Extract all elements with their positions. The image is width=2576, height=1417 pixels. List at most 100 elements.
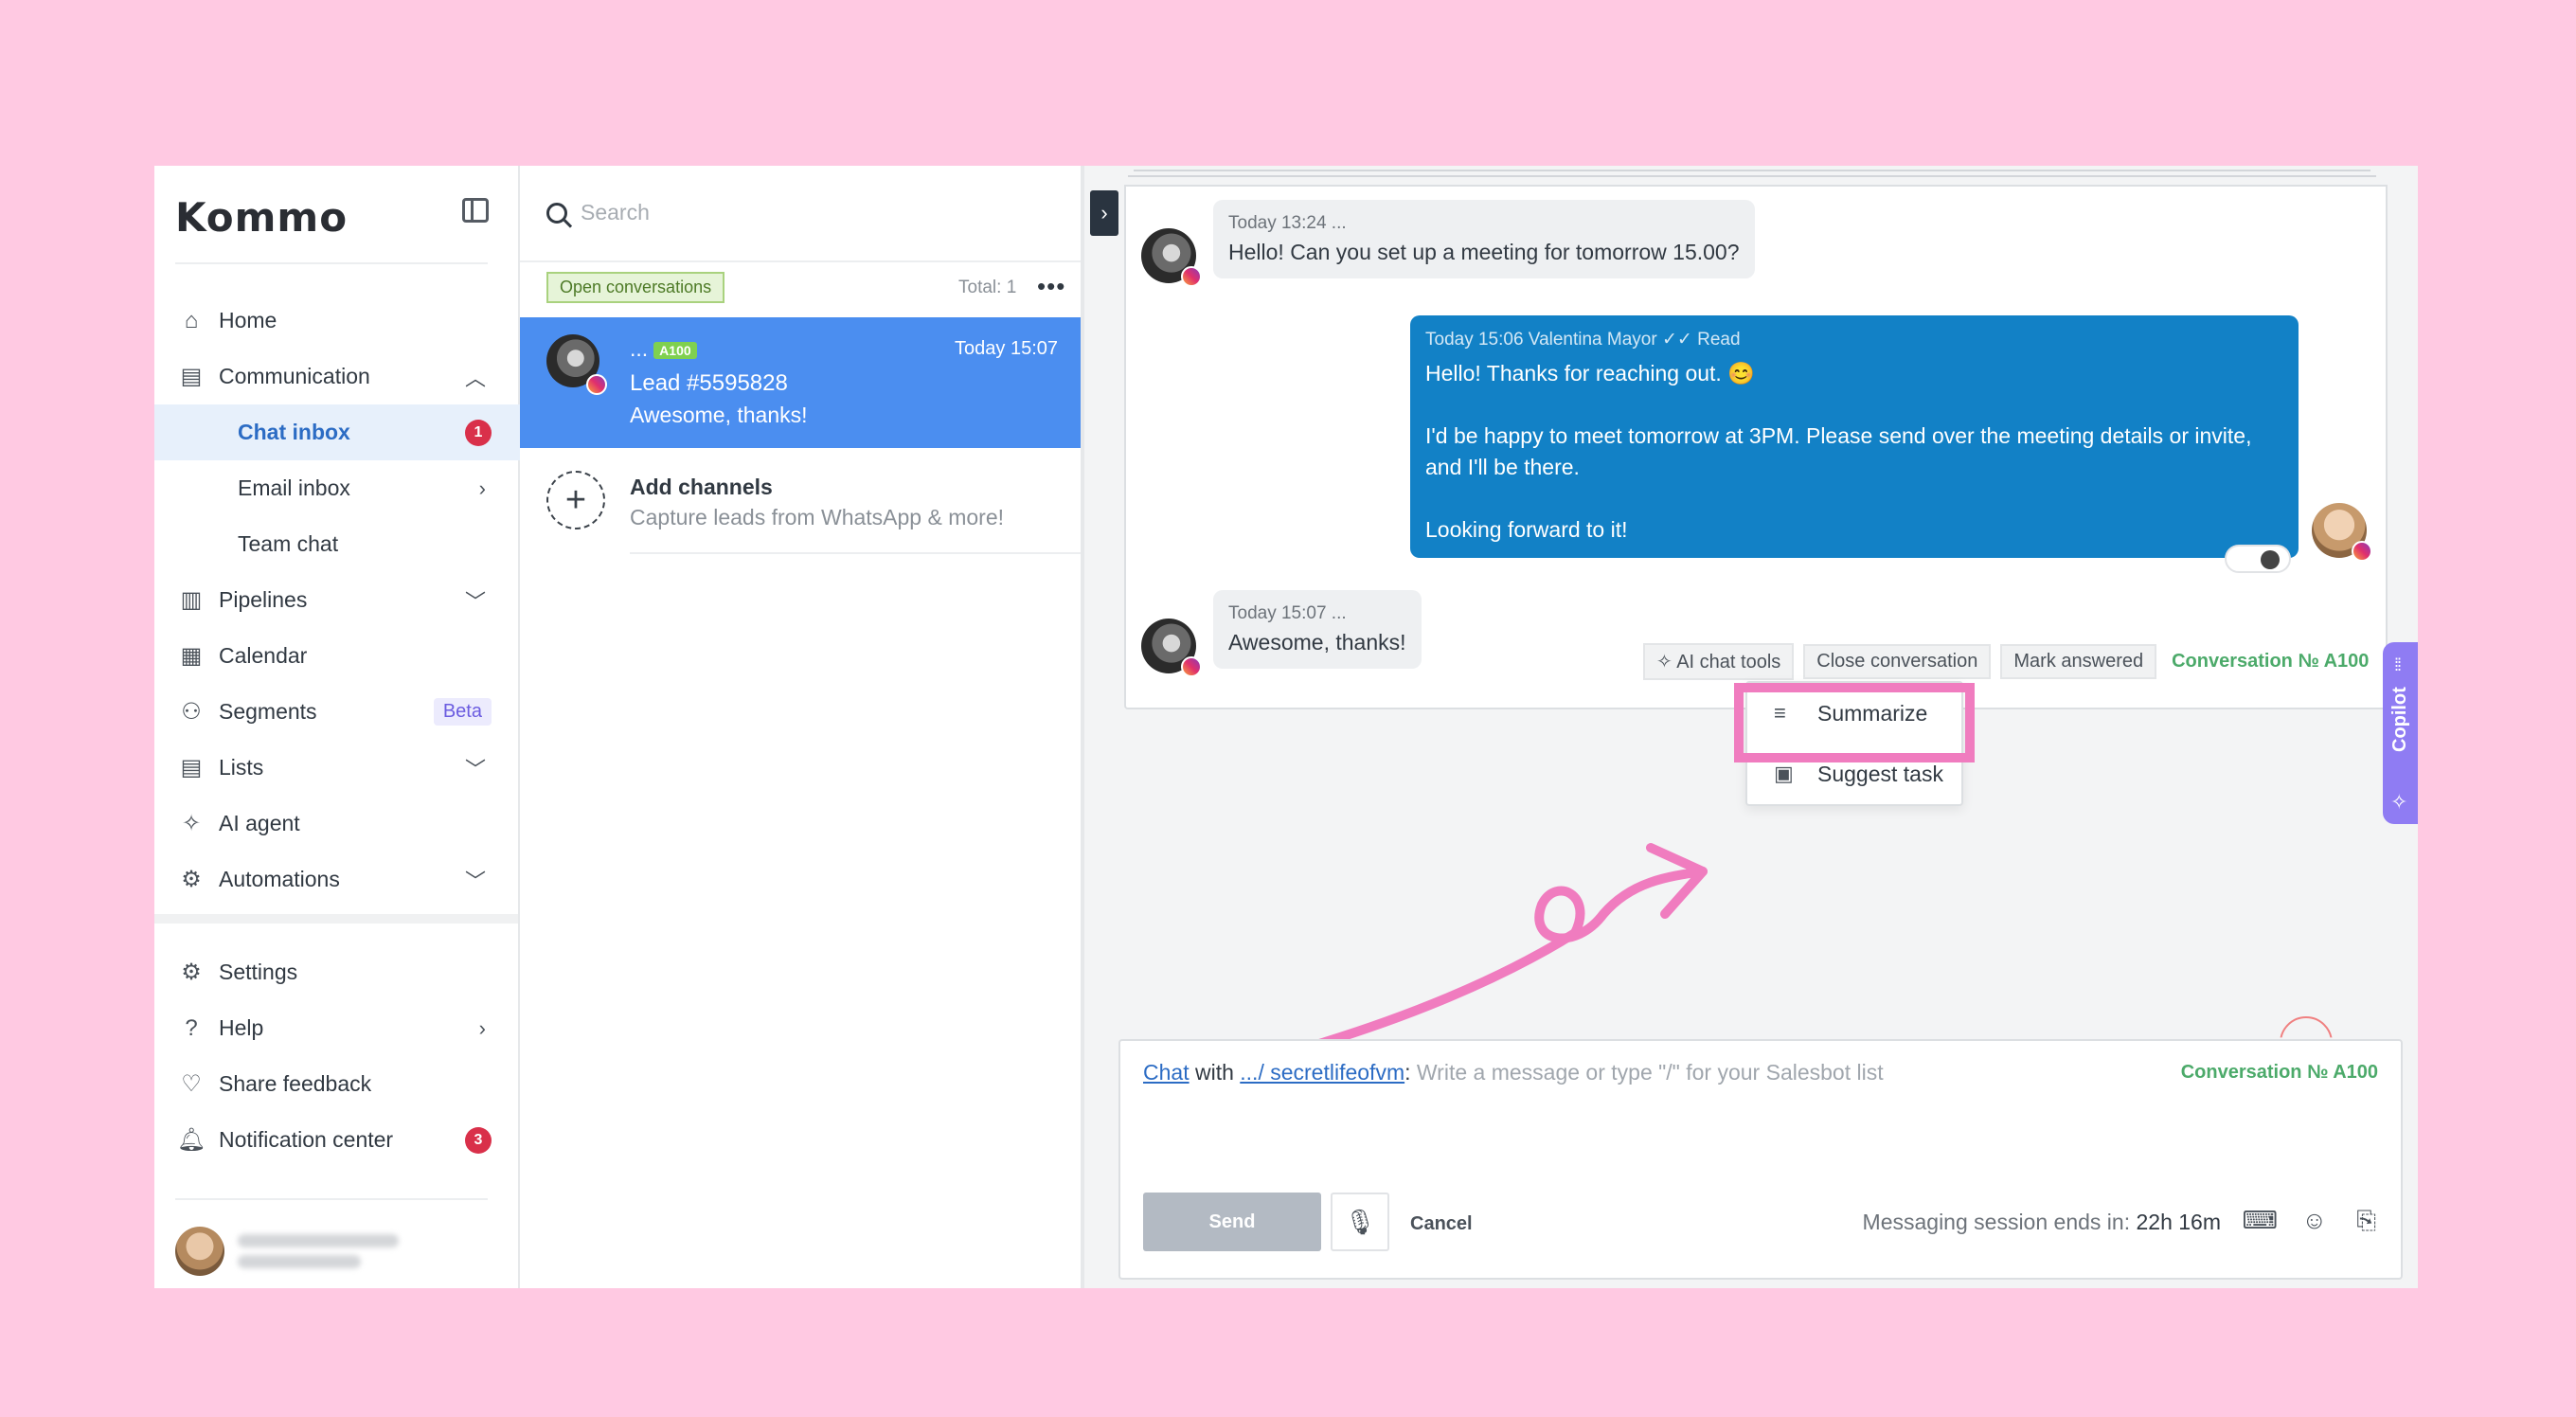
nav-label: Segments [219, 699, 317, 724]
blurred-user-name [238, 1227, 399, 1276]
send-button[interactable]: Send [1143, 1193, 1321, 1251]
nav-home[interactable]: ⌂ Home [154, 293, 520, 349]
annotation-arrow-icon [1305, 843, 1708, 1051]
conversation-item[interactable]: ... A100 Today 15:07 Lead #5595828 Awesom… [520, 317, 1081, 448]
home-icon: ⌂ [184, 307, 199, 333]
conversation-time: Today 15:07 [955, 338, 1058, 359]
nav-help[interactable]: ? Help › [154, 1000, 520, 1056]
sparkle-icon: ✧ [181, 811, 202, 836]
divider [520, 260, 1081, 262]
segments-icon: ⚇ [181, 699, 202, 725]
avatar [175, 1227, 224, 1276]
message-composer[interactable]: Chat with .../ secretlifeofvm: Write a m… [1118, 1039, 2403, 1280]
pipeline-icon: ▥ [180, 587, 203, 613]
nav-automations[interactable]: ⚙ Automations ﹀ [154, 852, 520, 907]
nav-label: Calendar [219, 643, 308, 668]
menu-label: Suggest task [1817, 761, 1943, 786]
sparkle-icon: ✧ [2390, 790, 2408, 814]
app-window: Kommo ⌂ Home ▤ Communication ︿ Chat inbo… [154, 166, 2418, 1288]
chat-mode-link[interactable]: Chat [1143, 1060, 1190, 1085]
user-profile[interactable] [175, 1227, 399, 1276]
list-icon: ▤ [180, 755, 203, 780]
nav-pipelines[interactable]: ▥ Pipelines ﹀ [154, 572, 520, 628]
unread-badge: 1 [465, 419, 492, 446]
divider [175, 262, 488, 264]
nav-team-chat[interactable]: Team chat [154, 516, 520, 572]
nav-calendar[interactable]: ▦ Calendar [154, 628, 520, 684]
nav-chat-inbox[interactable]: Chat inbox 1 [154, 404, 520, 460]
add-channels-title[interactable]: Add channels [630, 475, 773, 500]
nav-share-feedback[interactable]: ♡ Share feedback [154, 1056, 520, 1112]
gear-icon: ⚙ [181, 960, 202, 985]
nav-notification-center[interactable]: 🔔︎ Notification center 3 [154, 1112, 520, 1168]
microphone-icon[interactable]: 🎙︎ [1331, 1193, 1389, 1251]
nav-label: Home [219, 308, 277, 332]
search-bar[interactable]: Search [546, 200, 650, 225]
instagram-icon [2352, 541, 2372, 562]
incoming-message: Today 13:24 ... Hello! Can you set up a … [1213, 200, 1755, 278]
kommo-logo[interactable]: Kommo [175, 194, 348, 241]
nav-communication[interactable]: ▤ Communication ︿ [154, 349, 520, 404]
filter-tag[interactable]: Open conversations [546, 272, 725, 303]
contact-avatar [1141, 619, 1202, 677]
nav-lists[interactable]: ▤ Lists ﹀ [154, 740, 520, 796]
message-input[interactable]: Write a message or type "/" for your Sal… [1411, 1060, 1884, 1085]
bell-icon: 🔔︎ [176, 1127, 206, 1153]
chevron-up-icon: ︿ [464, 366, 486, 390]
contact-name: ... A100 [630, 336, 697, 362]
nav-label: Communication [219, 364, 370, 388]
copilot-tab[interactable]: ⁞⁞ Copilot ✧ [2383, 642, 2418, 824]
sidebar-toggle-icon[interactable] [462, 198, 489, 223]
chevron-down-icon: ﹀ [464, 757, 486, 781]
instagram-icon [1181, 656, 1202, 677]
composer-with: with [1189, 1060, 1241, 1085]
nav-settings[interactable]: ⚙ Settings [154, 944, 520, 1000]
message-meta: Today 13:24 ... [1228, 213, 1347, 233]
incoming-message: Today 15:07 ... Awesome, thanks! [1213, 590, 1422, 669]
calendar-icon: ▦ [180, 643, 203, 669]
copilot-label: Copilot [2389, 687, 2410, 752]
divider [630, 552, 1081, 554]
beta-badge: Beta [433, 698, 492, 726]
mark-answered-button[interactable]: Mark answered [2000, 644, 2157, 679]
stack-edge [1128, 175, 2376, 177]
message-thread: Today 13:24 ... Hello! Can you set up a … [1124, 185, 2388, 709]
conversation-number[interactable]: Conversation № A100 [2172, 651, 2369, 673]
agent-avatar [2312, 503, 2372, 562]
keyboard-icon[interactable]: ⌨ [2242, 1206, 2278, 1235]
paperclip-icon[interactable]: ⎘ [2356, 1206, 2376, 1236]
contact-name-text: ... [630, 336, 649, 361]
chat-icon: ▤ [180, 364, 203, 389]
conversation-number[interactable]: Conversation № A100 [2181, 1062, 2378, 1084]
contact-link[interactable]: .../ secretlifeofvm [1240, 1060, 1404, 1085]
highlight-box [1734, 683, 1975, 762]
nav-segments[interactable]: ⚇ Segments Beta [154, 684, 520, 740]
expand-chevron-icon[interactable]: › [1090, 190, 1118, 236]
message-line: Hello! Thanks for reaching out. 😊 [1425, 361, 1755, 386]
message-meta: Today 15:07 ... [1228, 603, 1347, 623]
heart-icon: ♡ [181, 1071, 202, 1097]
sticker-icon[interactable]: ☺ [2301, 1206, 2327, 1235]
nav-email-inbox[interactable]: Email inbox › [154, 460, 520, 516]
message-actions: ✧ AI chat tools Close conversation Mark … [1643, 643, 2369, 680]
nav-label: Share feedback [219, 1071, 372, 1096]
lead-name: Lead #5595828 [630, 370, 788, 396]
nav-label: Notification center [219, 1127, 394, 1152]
drag-handle-icon[interactable]: ⁞⁞ [2394, 655, 2402, 675]
main-nav: ⌂ Home ▤ Communication ︿ Chat inbox 1 Em… [154, 293, 520, 907]
instagram-icon [1181, 266, 1202, 287]
instagram-icon [586, 374, 607, 395]
close-conversation-button[interactable]: Close conversation [1803, 644, 1992, 679]
nav-label: Pipelines [219, 587, 308, 612]
add-channels-icon[interactable]: + [546, 471, 605, 529]
bottom-nav: ⚙ Settings ? Help › ♡ Share feedback 🔔︎ … [154, 944, 520, 1168]
nav-label: Chat inbox [238, 420, 350, 444]
cancel-button[interactable]: Cancel [1410, 1213, 1473, 1235]
more-options-icon[interactable]: ••• [1037, 272, 1065, 301]
nav-ai-agent[interactable]: ✧ AI agent [154, 796, 520, 852]
contact-avatar [1141, 228, 1202, 287]
nav-label: Email inbox [238, 475, 350, 500]
ai-chat-tools-button[interactable]: ✧ AI chat tools [1643, 643, 1795, 680]
conversation-tag: A100 [653, 341, 697, 359]
chevron-right-icon: › [478, 1015, 486, 1040]
